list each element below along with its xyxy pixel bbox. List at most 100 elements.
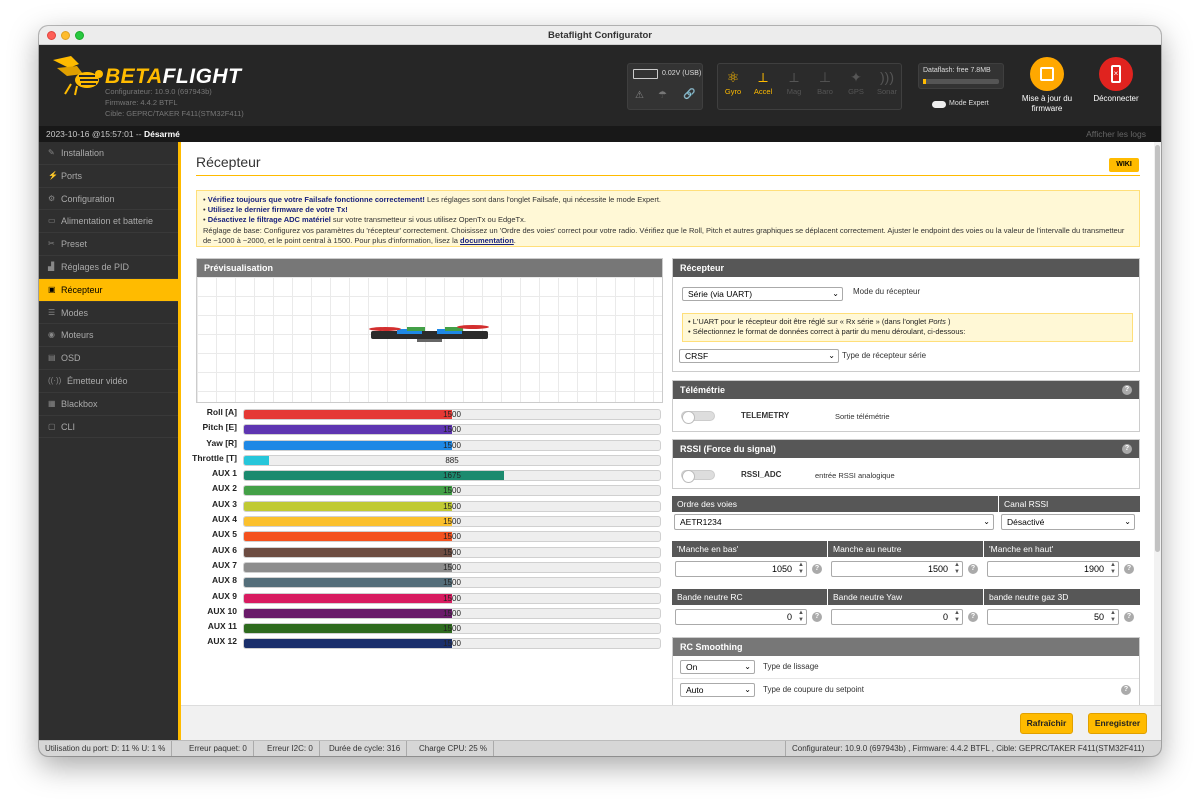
help-icon[interactable]: ? [812,612,822,622]
sidebar-item-ports[interactable]: ⚡ Ports [39,165,178,188]
channel-bar: 1675 [243,470,661,482]
channel-label: AUX 2 [211,483,237,494]
help-icon[interactable]: ? [1121,685,1131,695]
expert-mode-toggle[interactable] [932,101,946,108]
link-icon: 🔗 [683,89,696,100]
help-icon[interactable]: ? [1122,444,1132,454]
zoom-window-button[interactable] [75,31,84,40]
update-firmware-label: Mise à jour du firmware [1021,94,1073,113]
help-icon[interactable]: ? [1124,564,1134,574]
throttle-deadband-input[interactable]: 50 ▲ ▼ [987,609,1119,625]
yaw-deadband-input[interactable]: 0 ▲ ▼ [831,609,963,625]
help-icon[interactable]: ? [968,564,978,574]
channel-row: AUX 4 1500 [191,513,663,528]
channel-label: AUX 9 [211,590,237,601]
stick-high-input[interactable]: 1900 ▲ ▼ [987,561,1119,577]
sidebar-item-configuration[interactable]: ⚙ Configuration [39,188,178,211]
uart-info-box: • L'UART pour le récepteur doit être rég… [682,313,1133,342]
rssi-channel-select[interactable]: Désactivé ⌄ [1001,514,1135,530]
scrollbar[interactable] [1154,142,1161,705]
save-button[interactable]: Enregistrer [1088,713,1147,734]
channel-label: AUX 7 [211,559,237,570]
sidebar-item-power[interactable]: ▭ Alimentation et batterie [39,210,178,234]
smoothing-type-select[interactable]: On ⌄ [680,660,755,674]
channel-bar: 1500 [243,424,661,436]
show-logs-link[interactable]: Afficher les logs [1086,126,1146,142]
serial-receiver-select[interactable]: CRSF ⌄ [679,349,839,363]
channel-map-select[interactable]: AETR1234 ⌄ [674,514,994,530]
rc-deadband-title: Bande neutre RC [672,589,827,605]
minimize-window-button[interactable] [61,31,70,40]
channel-row: AUX 1 1675 [191,467,663,482]
channel-row: AUX 8 1500 [191,574,663,589]
preset-icon: ✂ [48,239,55,249]
dataflash-panel: Dataflash: free 7.8MB [918,63,1004,89]
sidebar-item-osd[interactable]: ▤ OSD [39,347,178,370]
documentation-link[interactable]: documentation [460,236,514,245]
chevron-down-icon: ⌄ [1124,517,1131,526]
sidebar-item-modes[interactable]: ☰ Modes [39,302,178,325]
help-icon[interactable]: ? [1124,612,1134,622]
channel-row: AUX 3 1500 [191,498,663,513]
channel-value: 1500 [443,440,461,450]
channel-label: AUX 10 [207,605,237,616]
receiver-panel: Récepteur Série (via UART) ⌄ Mode du réce… [672,258,1140,372]
telemetry-desc: Sortie télémétrie [835,412,890,421]
disconnect-button[interactable]: × [1099,57,1133,91]
help-icon[interactable]: ? [1122,385,1132,395]
sidebar-item-installation[interactable]: ✎ Installation [39,142,178,165]
help-icon[interactable]: ? [968,612,978,622]
preview-panel: Prévisualisation [196,258,663,403]
channel-bar: 1500 [243,439,661,451]
quad-model [369,325,489,342]
wiki-button[interactable]: WIKI [1109,158,1139,172]
stick-center-input[interactable]: 1500 ▲ ▼ [831,561,963,577]
title-bar: Betaflight Configurator [39,26,1161,45]
channel-row: AUX 5 1500 [191,528,663,543]
channel-label: AUX 8 [211,575,237,586]
channel-value: 1500 [443,501,461,511]
sidebar-item-pid[interactable]: ▟ Réglages de PID [39,256,178,279]
close-window-button[interactable] [47,31,56,40]
help-icon[interactable]: ? [812,564,822,574]
setpoint-cutoff-select[interactable]: Auto ⌄ [680,683,755,697]
telemetry-toggle[interactable] [681,411,715,424]
page-title: Récepteur [196,154,261,170]
target-board: Cible: GEPRC/TAKER F411(STM32F411) [105,109,244,118]
rc-deadband-input[interactable]: 0 ▲ ▼ [675,609,807,625]
sidebar-item-motors[interactable]: ◉ Moteurs [39,324,178,348]
chevron-down-icon: ⌄ [832,289,839,298]
rssi-title: RSSI (Force du signal)? [673,440,1139,458]
gear-icon: ⚙ [48,193,56,203]
sidebar-item-preset[interactable]: ✂ Preset [39,233,178,256]
channel-value: 1500 [443,486,461,496]
channel-value: 1500 [443,562,461,572]
rssi-adc-toggle[interactable] [681,470,715,483]
rssi-channel-title: Canal RSSI [999,496,1140,512]
channel-row: Pitch [E] 1500 [191,421,663,436]
channel-value: 1500 [443,517,461,527]
chevron-down-icon: ⌄ [744,662,751,671]
chevron-down-icon: ⌄ [828,351,835,360]
deadband-panel: Bande neutre RC Bande neutre Yaw bande n… [672,589,1140,629]
receiver-mode-select[interactable]: Série (via UART) ⌄ [682,287,843,301]
channel-label: Roll [A] [206,407,237,417]
stick-low-input[interactable]: 1050 ▲ ▼ [675,561,807,577]
channel-label: Throttle [T] [192,452,237,463]
vtx-icon: ((·)) [48,375,62,385]
window-title: Betaflight Configurator [548,30,652,41]
header: BETAFLIGHT Configurateur: 10.9.0 (697943… [39,45,1161,126]
sidebar-item-vtx[interactable]: ((·)) Émetteur vidéo [39,370,178,393]
accel-icon: ⟂ [758,69,768,85]
channel-bar: 1500 [243,531,661,543]
sidebar-item-receiver[interactable]: ▣ Récepteur [39,278,178,302]
cpu-load: Charge CPU: 25 % [413,741,495,756]
throttle-deadband-title: bande neutre gaz 3D [984,589,1140,605]
sidebar-item-blackbox[interactable]: ▦ Blackbox [39,393,178,416]
cli-icon: ▢ [48,421,56,431]
serial-receiver-label: Type de récepteur série [842,351,927,360]
update-firmware-button[interactable] [1030,57,1064,91]
refresh-button[interactable]: Rafraîchir [1020,713,1073,734]
sidebar-item-cli[interactable]: ▢ CLI [39,416,178,439]
preview-grid [197,277,662,402]
